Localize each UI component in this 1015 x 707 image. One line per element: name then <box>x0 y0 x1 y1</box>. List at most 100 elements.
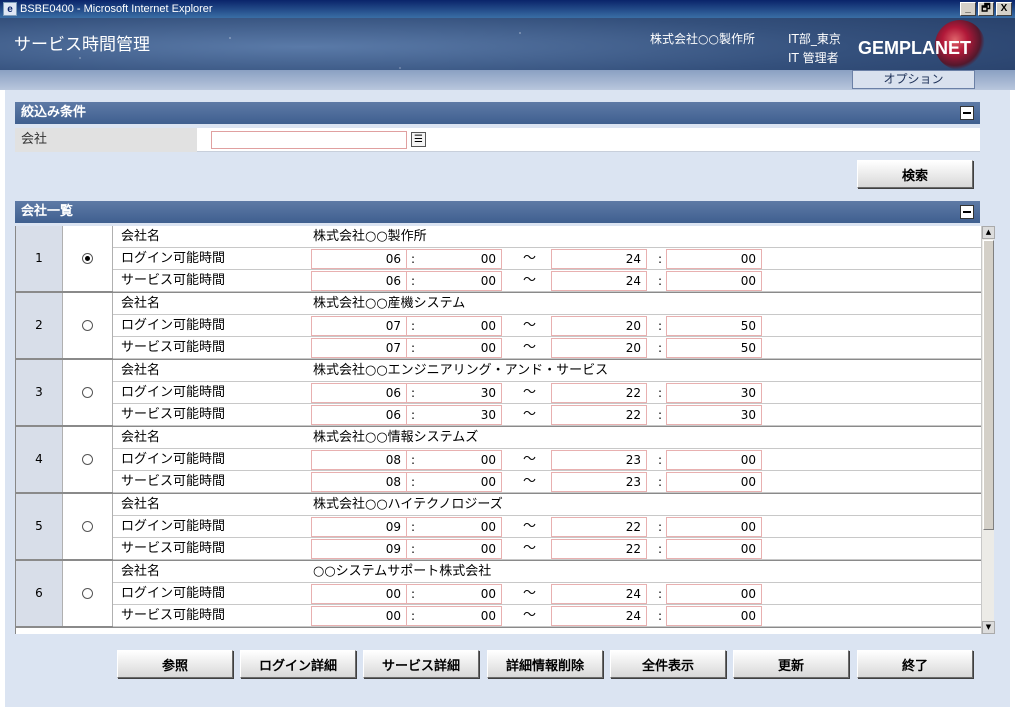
service-start-hour-field[interactable]: 06 <box>311 405 407 425</box>
time-colon: : <box>411 341 416 355</box>
company-name-row: 会社名 株式会社○○ハイテクノロジーズ <box>113 494 981 516</box>
login-label: ログイン可能時間 <box>121 519 226 534</box>
service-start-minute-field[interactable]: 00 <box>406 606 502 626</box>
service-end-hour-field[interactable]: 22 <box>551 539 647 559</box>
service-end-minute-field[interactable]: 00 <box>666 606 762 626</box>
login-end-hour-field[interactable]: 23 <box>551 450 647 470</box>
service-label: サービス可能時間 <box>121 608 226 623</box>
login-end-hour-field[interactable]: 22 <box>551 383 647 403</box>
company-filter-input[interactable] <box>211 131 407 149</box>
service-end-minute-field[interactable]: 30 <box>666 405 762 425</box>
service-start-minute-field[interactable]: 00 <box>406 472 502 492</box>
options-tab[interactable]: オプション <box>852 70 975 89</box>
time-range-tilde: ～ <box>523 273 537 288</box>
service-end-minute-field[interactable]: 00 <box>666 271 762 291</box>
row-select-radio[interactable] <box>82 320 93 331</box>
scroll-up-icon[interactable]: ▲ <box>982 226 995 239</box>
filter-collapse-button[interactable] <box>960 106 974 120</box>
login-end-hour-field[interactable]: 24 <box>551 584 647 604</box>
brand-logo: GEMPLANET <box>858 38 972 58</box>
list-scrollbar[interactable]: ▲ ▼ <box>981 226 995 634</box>
service-start-hour-field[interactable]: 07 <box>311 338 407 358</box>
login-end-minute-field[interactable]: 30 <box>666 383 762 403</box>
list-collapse-button[interactable] <box>960 205 974 219</box>
scroll-down-icon[interactable]: ▼ <box>982 621 995 634</box>
scroll-thumb[interactable] <box>983 240 994 530</box>
login-start-hour-field[interactable]: 08 <box>311 450 407 470</box>
login-end-hour-field[interactable]: 22 <box>551 517 647 537</box>
search-button[interactable]: 検索 <box>857 160 973 188</box>
row-select-radio[interactable] <box>82 387 93 398</box>
login-start-hour-field[interactable]: 09 <box>311 517 407 537</box>
time-colon: : <box>411 274 416 288</box>
service-time-row: サービス可能時間 08 00 23 00:: ～ <box>113 471 981 493</box>
row-select-radio[interactable] <box>82 454 93 465</box>
time-range-tilde: ～ <box>523 474 537 489</box>
restore-button[interactable]: 🗗 <box>978 2 994 16</box>
login-end-minute-field[interactable]: 00 <box>666 450 762 470</box>
login-start-hour-field[interactable]: 06 <box>311 383 407 403</box>
company-filter-label: 会社 <box>15 128 197 152</box>
company-row: 2 会社名 株式会社○○産機システム ログイン可能時間 07 00 20 50:: ～サービス可… <box>16 293 981 360</box>
window-controls: _ 🗗 X <box>960 2 1012 16</box>
login-start-hour-field[interactable]: 07 <box>311 316 407 336</box>
login-start-minute-field[interactable]: 00 <box>406 249 502 269</box>
time-colon: : <box>658 542 663 556</box>
service-start-hour-field[interactable]: 00 <box>311 606 407 626</box>
service-end-minute-field[interactable]: 00 <box>666 539 762 559</box>
service-time-row: サービス可能時間 06 00 24 00:: ～ <box>113 270 981 292</box>
service-end-hour-field[interactable]: 20 <box>551 338 647 358</box>
login-start-minute-field[interactable]: 00 <box>406 450 502 470</box>
service-end-hour-field[interactable]: 24 <box>551 271 647 291</box>
company-name-value: 株式会社○○ハイテクノロジーズ <box>313 497 503 512</box>
time-colon: : <box>411 453 416 467</box>
login-end-minute-field[interactable]: 00 <box>666 517 762 537</box>
login-end-hour-field[interactable]: 24 <box>551 249 647 269</box>
service-start-hour-field[interactable]: 06 <box>311 271 407 291</box>
update-button[interactable]: 更新 <box>733 650 849 678</box>
minimize-button[interactable]: _ <box>960 2 976 16</box>
service-detail-button[interactable]: サービス詳細 <box>363 650 479 678</box>
login-start-minute-field[interactable]: 00 <box>406 316 502 336</box>
close-button[interactable]: X <box>996 2 1012 16</box>
service-end-hour-field[interactable]: 22 <box>551 405 647 425</box>
service-start-minute-field[interactable]: 00 <box>406 338 502 358</box>
exit-button[interactable]: 終了 <box>857 650 973 678</box>
time-colon: : <box>411 520 416 534</box>
row-select-cell <box>63 226 113 291</box>
login-start-minute-field[interactable]: 00 <box>406 517 502 537</box>
service-start-hour-field[interactable]: 09 <box>311 539 407 559</box>
service-start-minute-field[interactable]: 30 <box>406 405 502 425</box>
row-select-radio[interactable] <box>82 588 93 599</box>
login-detail-button[interactable]: ログイン詳細 <box>240 650 356 678</box>
login-start-minute-field[interactable]: 30 <box>406 383 502 403</box>
delete-detail-button[interactable]: 詳細情報削除 <box>487 650 603 678</box>
refer-button[interactable]: 参照 <box>117 650 233 678</box>
row-select-radio[interactable] <box>82 521 93 532</box>
list-picker-icon[interactable]: ☰ <box>411 132 426 147</box>
service-start-minute-field[interactable]: 00 <box>406 539 502 559</box>
login-end-minute-field[interactable]: 00 <box>666 249 762 269</box>
time-colon: : <box>411 386 416 400</box>
service-end-minute-field[interactable]: 50 <box>666 338 762 358</box>
login-start-hour-field[interactable]: 06 <box>311 249 407 269</box>
service-end-hour-field[interactable]: 24 <box>551 606 647 626</box>
login-time-row: ログイン可能時間 09 00 22 00:: ～ <box>113 516 981 538</box>
service-start-minute-field[interactable]: 00 <box>406 271 502 291</box>
service-end-hour-field[interactable]: 23 <box>551 472 647 492</box>
company-row: 6 会社名 ○○システムサポート株式会社 ログイン可能時間 00 00 24 00:: ～サービ… <box>16 561 981 628</box>
company-name-value: 株式会社○○エンジニアリング・アンド・サービス <box>313 363 609 378</box>
row-select-radio[interactable] <box>82 253 93 264</box>
login-end-hour-field[interactable]: 20 <box>551 316 647 336</box>
login-end-minute-field[interactable]: 00 <box>666 584 762 604</box>
login-label: ログイン可能時間 <box>121 586 226 601</box>
login-start-hour-field[interactable]: 00 <box>311 584 407 604</box>
company-list: 1 会社名 株式会社○○製作所 ログイン可能時間 06 00 24 00:: ～サービス可能時間… <box>15 226 981 634</box>
service-start-hour-field[interactable]: 08 <box>311 472 407 492</box>
app-header: サービス時間管理 株式会社○○製作所 IT部_東京 IT 管理者 GEMPLAN… <box>0 18 1015 90</box>
service-end-minute-field[interactable]: 00 <box>666 472 762 492</box>
login-end-minute-field[interactable]: 50 <box>666 316 762 336</box>
login-start-minute-field[interactable]: 00 <box>406 584 502 604</box>
name-label: 会社名 <box>121 564 161 579</box>
show-all-button[interactable]: 全件表示 <box>610 650 726 678</box>
